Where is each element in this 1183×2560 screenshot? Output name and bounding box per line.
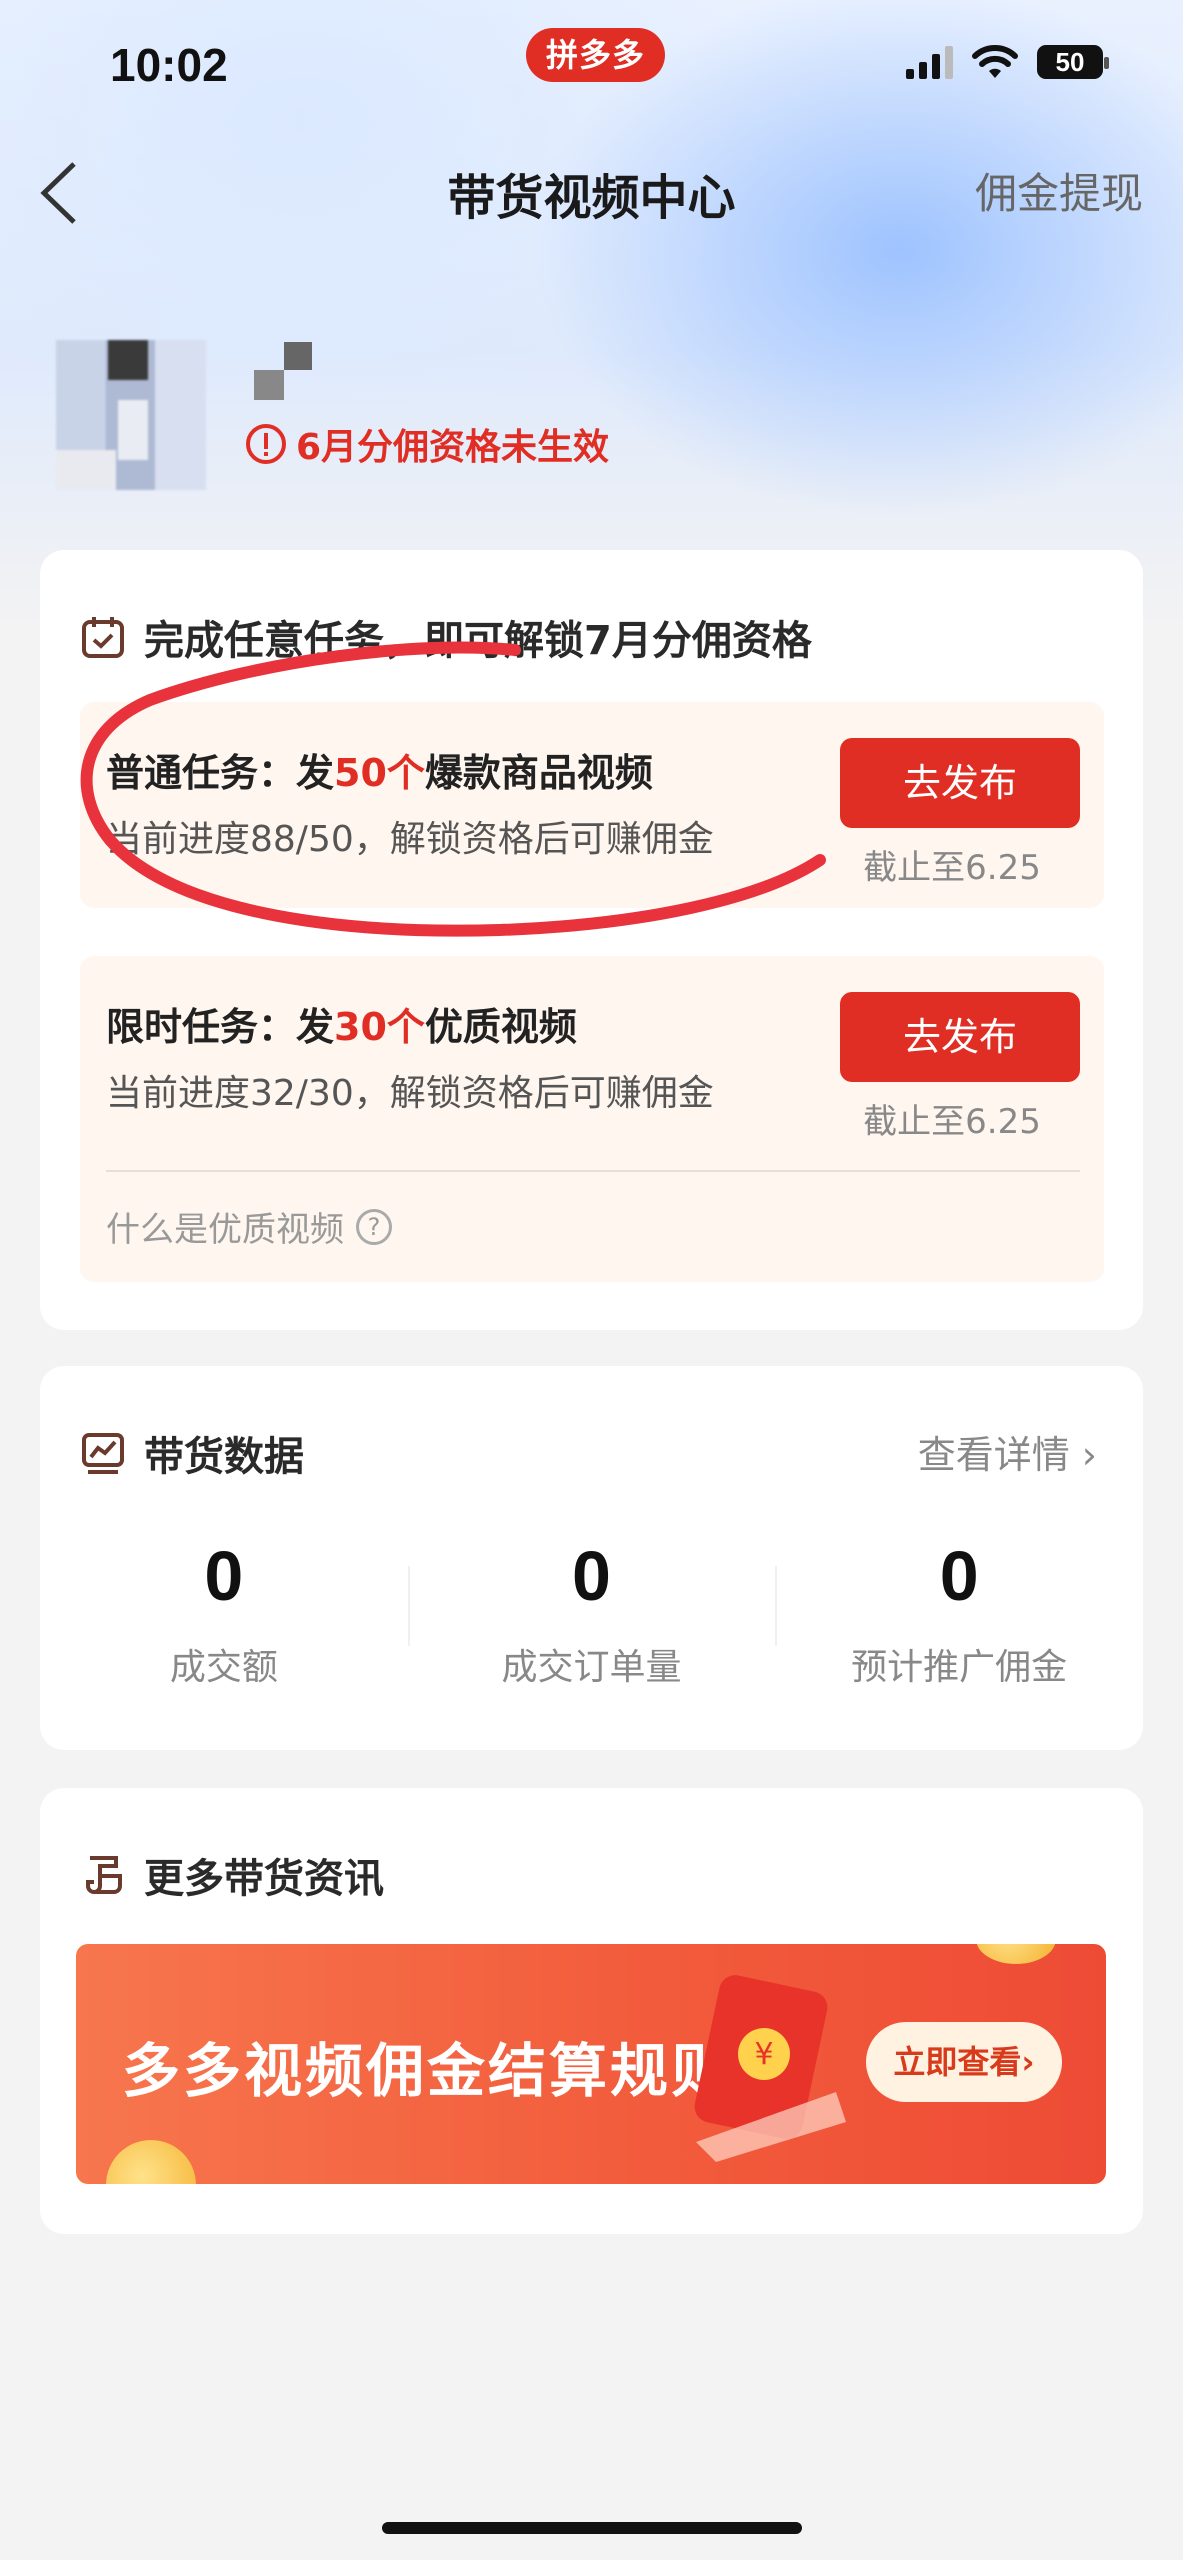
sales-data-header: 带货数据 [80, 1424, 304, 1482]
chevron-right-icon: › [1081, 1433, 1097, 1477]
quality-video-help-link[interactable]: 什么是优质视频 ? [106, 1202, 392, 1251]
publish-button[interactable]: 去发布 [840, 738, 1080, 828]
task-title: 限时任务：发30个优质视频 [106, 1005, 577, 1049]
tasks-card: 完成任意任务，即可解锁7月分佣资格 普通任务：发50个爆款商品视频 当前进度88… [40, 550, 1143, 1330]
question-icon: ? [356, 1208, 392, 1245]
stat-orders: 0 成交订单量 [407, 1536, 776, 1690]
signal-icon [906, 45, 953, 79]
svg-text:¥: ¥ [754, 2037, 773, 2072]
wifi-icon [972, 45, 1018, 78]
sales-data-title: 带货数据 [144, 1434, 304, 1480]
tasks-card-header: 完成任意任务，即可解锁7月分佣资格 [80, 608, 812, 666]
divider [106, 1170, 1080, 1172]
task-item-normal: 普通任务：发50个爆款商品视频 当前进度88/50，解锁资格后可赚佣金 去发布 … [80, 702, 1104, 908]
sales-data-card: 带货数据 查看详情 › 0 成交额 0 成交订单量 0 预计推广佣金 [40, 1366, 1143, 1750]
battery-icon: 50 [1037, 45, 1109, 79]
warning-text: 6月分佣资格未生效 [296, 427, 610, 468]
coin-decoration [106, 2140, 196, 2184]
view-now-button[interactable]: 立即查看› [866, 2022, 1062, 2102]
banner-text: 多多视频佣金结算规则 [122, 2037, 733, 2105]
home-indicator [382, 2522, 802, 2534]
nav-bar: 带货视频中心 佣金提现 [0, 130, 1183, 250]
status-icons: 50 [906, 44, 1109, 80]
view-details-link[interactable]: 查看详情 › [918, 1424, 1097, 1479]
coin-decoration [976, 1944, 1056, 1964]
commission-withdraw-link[interactable]: 佣金提现 [975, 160, 1143, 221]
commission-rules-banner[interactable]: 多多视频佣金结算规则 ¥ 立即查看› [76, 1944, 1106, 2184]
alert-icon [246, 424, 286, 464]
chart-icon [82, 1433, 124, 1474]
task-title: 普通任务：发50个爆款商品视频 [106, 751, 653, 795]
task-deadline: 截止至6.25 [863, 1102, 1041, 1142]
news-card-header: 更多带货资讯 [80, 1846, 384, 1904]
app-badge: 拼多多 [526, 28, 666, 82]
status-time: 10:02 [110, 39, 228, 91]
task-deadline: 截止至6.25 [863, 848, 1041, 888]
news-card-title: 更多带货资讯 [144, 1856, 384, 1902]
chevron-right-icon: › [1021, 2043, 1035, 2081]
tasks-card-title: 完成任意任务，即可解锁7月分佣资格 [144, 618, 812, 664]
status-bar: 10:02 拼多多 50 [0, 0, 1183, 130]
red-envelope-icon: ¥ [694, 1975, 846, 2162]
task-progress: 当前进度88/50，解锁资格后可赚佣金 [106, 819, 714, 860]
calendar-check-icon [82, 617, 124, 658]
news-card: 更多带货资讯 多多视频佣金结算规则 ¥ 立即查看› [40, 1788, 1143, 2234]
stats-row: 0 成交额 0 成交订单量 0 预计推广佣金 [40, 1536, 1143, 1690]
publish-button[interactable]: 去发布 [840, 992, 1080, 1082]
task-progress: 当前进度32/30，解锁资格后可赚佣金 [106, 1073, 714, 1114]
avatar[interactable] [56, 340, 206, 490]
task-item-limited: 限时任务：发30个优质视频 当前进度32/30，解锁资格后可赚佣金 去发布 截止… [80, 956, 1104, 1282]
username-blurred [254, 342, 314, 402]
scroll-icon [86, 1856, 122, 1894]
stat-gmv: 0 成交额 [169, 1537, 278, 1688]
stat-commission: 0 预计推广佣金 [775, 1536, 1143, 1690]
commission-warning: 6月分佣资格未生效 [246, 418, 609, 470]
